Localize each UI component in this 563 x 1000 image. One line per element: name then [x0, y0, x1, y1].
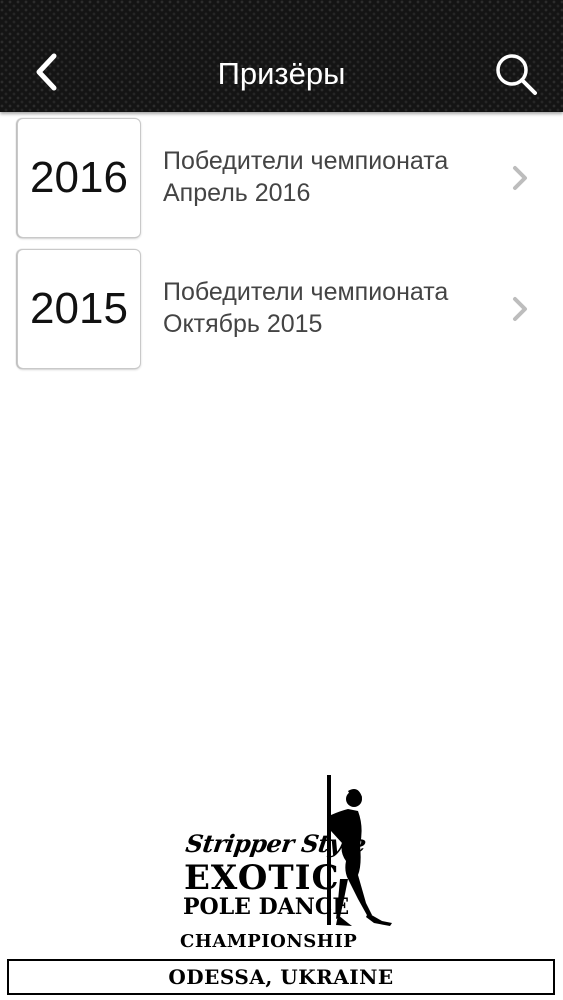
back-button[interactable]	[22, 48, 72, 98]
winners-list: 2016 Победители чемпионата Апрель 2016 2…	[0, 112, 563, 374]
list-item-text: Победители чемпионата Октябрь 2015	[163, 276, 503, 340]
list-item-subtitle: Апрель 2016	[163, 179, 311, 207]
championship-logo: Stripper Style EXOTIC POLE DANCE CHAMPIO…	[0, 775, 563, 1000]
screen: Призёры 2016 Победители чемпионата Апрел…	[0, 0, 563, 1000]
search-icon	[496, 54, 537, 95]
list-item[interactable]: 2015 Победители чемпионата Октябрь 2015	[0, 243, 563, 374]
chevron-right-icon	[513, 166, 527, 190]
list-item[interactable]: 2016 Победители чемпионата Апрель 2016	[0, 112, 563, 243]
list-item-text: Победители чемпионата Апрель 2016	[163, 145, 503, 209]
logo-city-box: ODESSA, UKRAINE	[7, 959, 555, 995]
logo-title-text: EXOTIC	[184, 858, 340, 898]
list-item-subtitle: Октябрь 2015	[163, 310, 323, 338]
logo-championship-text: CHAMPIONSHIP	[180, 931, 358, 952]
year-badge: 2016	[17, 118, 141, 238]
list-item-title: Победители чемпионата	[163, 278, 449, 306]
nav-bar: Призёры	[0, 0, 563, 112]
logo-script-text: Stripper Style	[183, 829, 368, 858]
year-badge: 2015	[17, 249, 141, 369]
list-item-title: Победители чемпионата	[163, 147, 449, 175]
chevron-right-icon	[513, 297, 527, 321]
logo-subtitle-text: POLE DANCE	[183, 894, 350, 920]
search-button[interactable]	[490, 48, 542, 100]
page-title: Призёры	[217, 56, 346, 91]
logo-city-text: ODESSA, UKRAINE	[168, 965, 394, 989]
chevron-left-icon	[36, 53, 57, 91]
